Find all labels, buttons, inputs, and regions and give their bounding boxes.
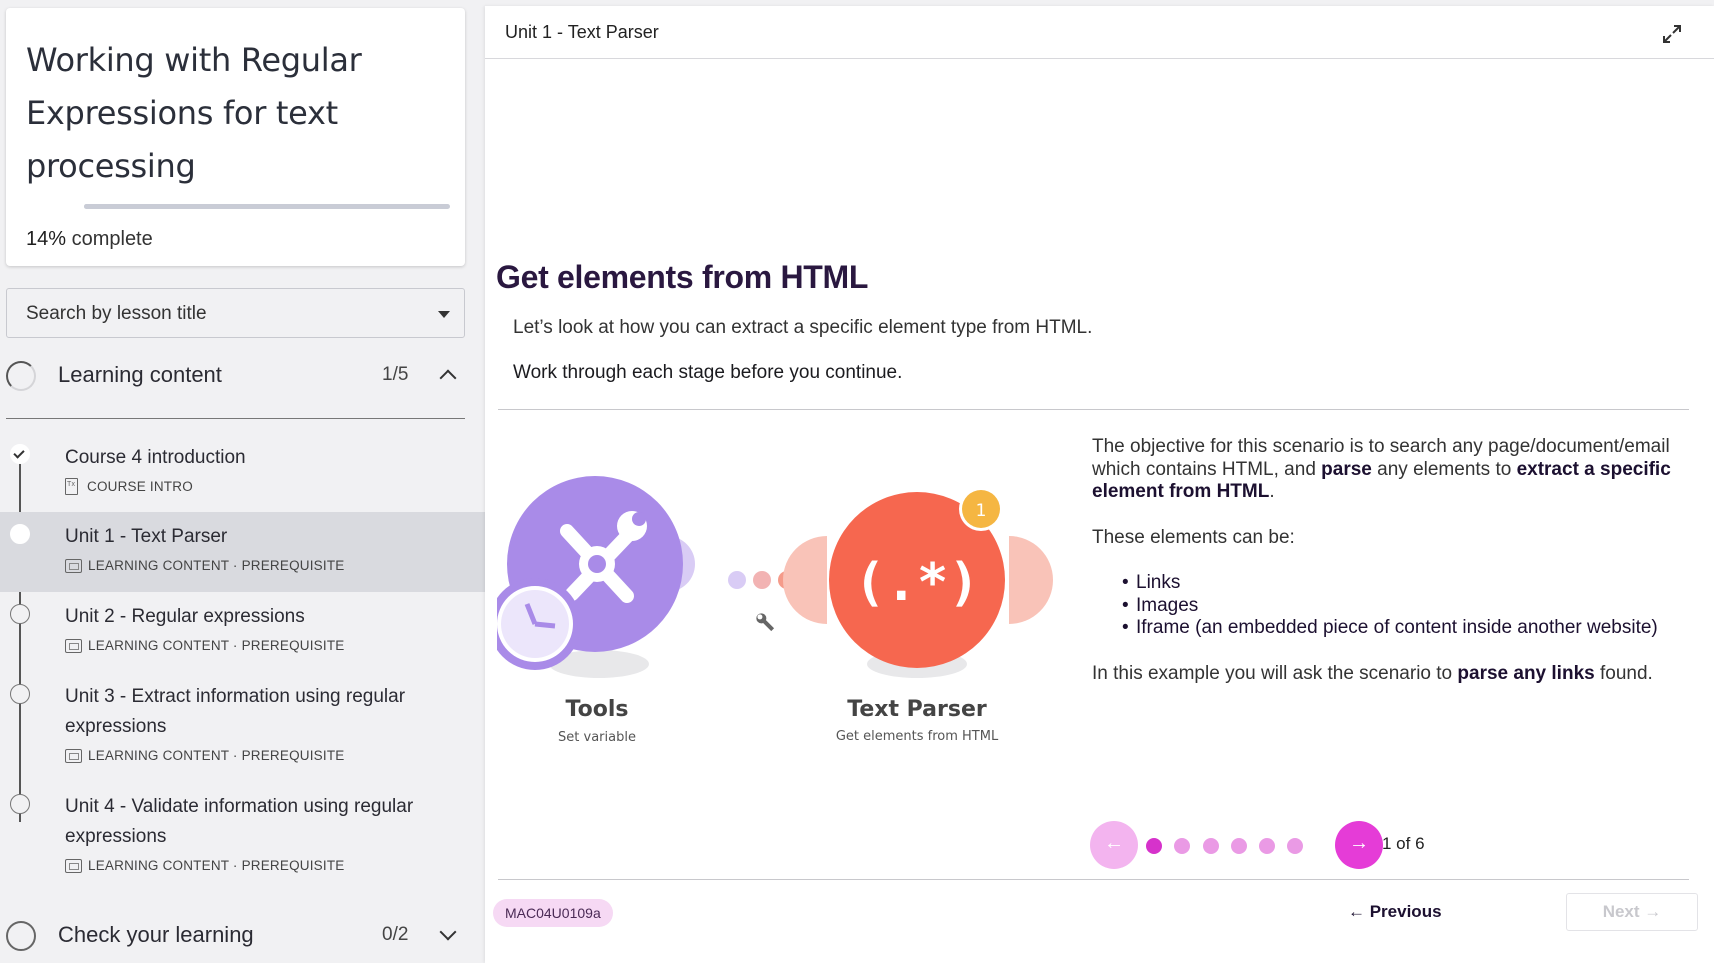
wrench-icon <box>756 613 775 632</box>
divider <box>498 879 1689 880</box>
module-badge: 1 <box>976 501 987 521</box>
incomplete-dot-icon <box>10 604 30 624</box>
incomplete-dot-icon <box>10 794 30 814</box>
description-paragraph: These elements can be: <box>1092 526 1295 548</box>
unit-title: Unit 1 - Text Parser <box>505 22 659 42</box>
section-learning-content[interactable]: Learning content 1/5 <box>0 348 465 404</box>
carousel-dot[interactable] <box>1231 838 1247 854</box>
course-title: Working with Regular Expressions for tex… <box>26 41 362 185</box>
lesson-title: Unit 2 - Regular expressions <box>65 606 305 627</box>
regex-glyph: (.*) <box>854 553 979 613</box>
screen-icon <box>65 558 82 573</box>
section-title: Check your learning <box>58 922 254 947</box>
carousel-dot[interactable] <box>1174 838 1190 854</box>
lesson-meta: LEARNING CONTENT · PREREQUISITE <box>65 748 344 763</box>
text-parser-module-sub: Get elements from HTML <box>836 729 999 744</box>
lesson-meta-text: LEARNING CONTENT · PREREQUISITE <box>88 748 345 763</box>
chevron-down-icon[interactable] <box>439 923 457 941</box>
carousel-dot[interactable] <box>1203 838 1219 854</box>
current-lesson-dot-icon <box>10 524 30 544</box>
lesson-title: Unit 1 - Text Parser <box>65 526 228 547</box>
arrow-right-icon: → <box>1349 832 1369 854</box>
lesson-title: Course 4 introduction <box>65 447 246 468</box>
course-card: Working with Regular Expressions for tex… <box>6 8 465 266</box>
carousel-dot[interactable] <box>1146 838 1162 854</box>
scenario-diagram: Tools Set variable (.*) 1 Text Parser Ge… <box>489 476 1057 766</box>
screen-icon <box>65 638 82 653</box>
progress-bar <box>84 204 450 209</box>
lesson-heading: Get elements from HTML <box>496 259 869 295</box>
scenario-description: The objective for this scenario is to se… <box>1092 436 1702 708</box>
section-title: Learning content <box>58 362 222 387</box>
lesson-meta-text: LEARNING CONTENT · PREREQUISITE <box>88 558 345 573</box>
lesson-item-current[interactable]: Unit 1 - Text Parser LEARNING CONTENT · … <box>0 512 485 592</box>
carousel-next-button[interactable]: → <box>1335 821 1383 869</box>
lesson-topbar: Unit 1 - Text Parser <box>485 6 1714 59</box>
course-sidebar: Working with Regular Expressions for tex… <box>0 0 485 963</box>
document-icon <box>65 478 78 495</box>
lesson-item[interactable]: Unit 2 - Regular expressions LEARNING CO… <box>0 592 485 672</box>
progress-fill <box>84 204 136 209</box>
stage-carousel: ← → 1 of 6 <box>1090 821 1490 871</box>
list-item: Images <box>1122 595 1702 618</box>
progress-ring-icon <box>6 361 36 391</box>
lesson-title: Unit 4 - Validate information using regu… <box>65 796 414 847</box>
lead-instruction: Work through each stage before you conti… <box>513 362 903 383</box>
lesson-title: Unit 3 - Extract information using regul… <box>65 686 406 737</box>
progress-suffix: complete <box>66 228 153 250</box>
lesson-meta: LEARNING CONTENT · PREREQUISITE <box>65 638 344 653</box>
divider <box>498 409 1689 410</box>
lesson-search-dropdown[interactable]: Search by lesson title <box>6 288 465 338</box>
lesson-item[interactable]: Unit 3 - Extract information using regul… <box>0 672 485 782</box>
lesson-meta-text: LEARNING CONTENT · PREREQUISITE <box>88 638 345 653</box>
tools-module-name: Tools <box>566 697 629 722</box>
element-types-list: Links Images Iframe (an embedded piece o… <box>1122 572 1702 640</box>
expand-icon[interactable] <box>1660 22 1684 46</box>
lesson-code-badge: MAC04U0109a <box>493 899 613 927</box>
screen-icon <box>65 748 82 763</box>
search-placeholder: Search by lesson title <box>26 303 207 324</box>
progress-value: 14% <box>26 228 67 250</box>
text-parser-module-name: Text Parser <box>847 697 987 722</box>
lesson-meta: LEARNING CONTENT · PREREQUISITE <box>65 558 344 573</box>
lesson-item[interactable]: Unit 4 - Validate information using regu… <box>0 782 485 892</box>
next-button[interactable]: Next → <box>1566 893 1698 931</box>
carousel-dot[interactable] <box>1287 838 1303 854</box>
section-count: 1/5 <box>382 364 409 385</box>
lesson-item[interactable]: Course 4 introduction COURSE INTRO <box>0 432 485 512</box>
caret-down-icon <box>438 311 450 318</box>
section-count: 0/2 <box>382 924 409 945</box>
progress-ring-icon <box>6 921 36 951</box>
lesson-meta: COURSE INTRO <box>65 478 193 495</box>
chevron-up-icon[interactable] <box>439 366 457 387</box>
arrow-left-icon: ← <box>1104 832 1124 854</box>
lead-text: Let’s look at how you can extract a spec… <box>513 317 1093 338</box>
carousel-dot[interactable] <box>1259 838 1275 854</box>
list-item: Links <box>1122 572 1702 595</box>
incomplete-dot-icon <box>10 684 30 704</box>
progress-label: 14% complete <box>26 228 153 251</box>
lesson-meta-text: COURSE INTRO <box>87 479 193 494</box>
carousel-count: 1 of 6 <box>1382 834 1425 853</box>
section-divider <box>6 418 465 419</box>
tools-module-sub: Set variable <box>558 730 636 745</box>
section-check-your-learning[interactable]: Check your learning 0/2 <box>0 908 465 963</box>
screen-icon <box>65 858 82 873</box>
lesson-panel: Unit 1 - Text Parser Get elements from H… <box>485 6 1714 963</box>
previous-button[interactable]: ← Previous <box>1348 902 1442 922</box>
list-item: Iframe (an embedded piece of content ins… <box>1122 617 1702 640</box>
description-paragraph: The objective for this scenario is to se… <box>1092 436 1671 502</box>
carousel-prev-button[interactable]: ← <box>1090 821 1138 869</box>
description-paragraph: In this example you will ask the scenari… <box>1092 662 1653 684</box>
lesson-meta: LEARNING CONTENT · PREREQUISITE <box>65 858 344 873</box>
lesson-meta-text: LEARNING CONTENT · PREREQUISITE <box>88 858 345 873</box>
check-icon <box>10 444 30 464</box>
